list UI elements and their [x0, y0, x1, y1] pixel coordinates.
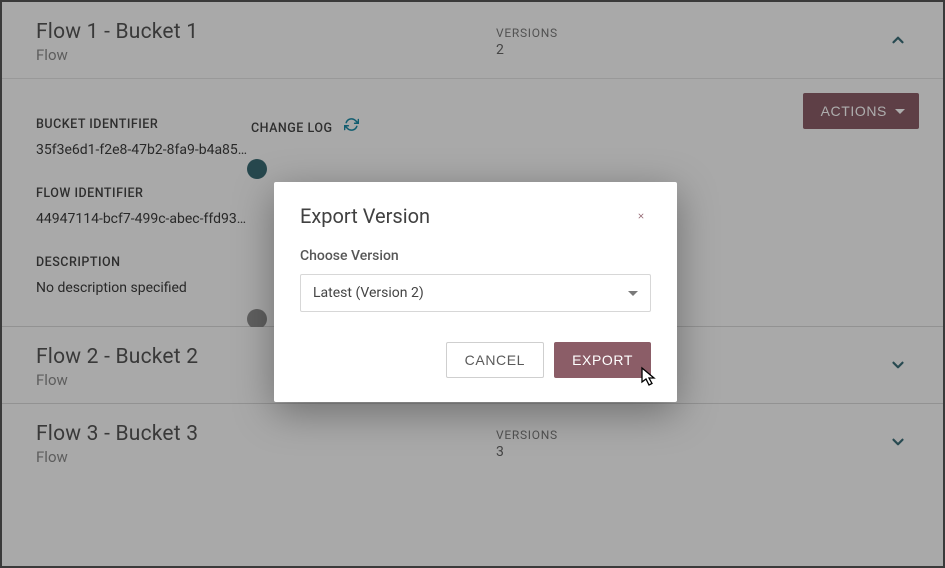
export-version-dialog: Export Version Choose Version Latest (Ve… — [274, 182, 677, 402]
flow-identifier-value: 44947114-bcf7-499c-abec-ffd93c… — [36, 211, 251, 227]
export-button-label: EXPORT — [572, 352, 633, 368]
page-frame: Flow 1 - Bucket 1 Flow VERSIONS 2 ACTION… — [0, 0, 945, 568]
versions-label: VERSIONS — [496, 428, 558, 442]
bucket-identifier-label: BUCKET IDENTIFIER — [36, 117, 251, 132]
flow-title: Flow 3 - Bucket 3 — [36, 422, 496, 446]
description-value: No description specified — [36, 280, 251, 296]
timeline-dot-older — [247, 309, 267, 329]
flow-title: Flow 1 - Bucket 1 — [36, 20, 496, 44]
chevron-down-icon[interactable] — [889, 433, 907, 451]
flow-subtitle: Flow — [36, 46, 496, 64]
caret-down-icon — [895, 109, 905, 114]
chevron-down-icon[interactable] — [889, 356, 907, 374]
timeline-dot-latest — [247, 159, 267, 179]
versions-count: 3 — [496, 444, 558, 460]
cancel-button[interactable]: CANCEL — [446, 342, 544, 378]
change-log-label: CHANGE LOG — [251, 121, 332, 136]
flow-identifier-label: FLOW IDENTIFIER — [36, 186, 251, 201]
actions-button-label: ACTIONS — [821, 103, 887, 119]
version-select-value: Latest (Version 2) — [313, 285, 424, 301]
refresh-icon[interactable] — [344, 117, 359, 136]
close-icon[interactable] — [631, 206, 651, 226]
caret-down-icon — [628, 291, 638, 296]
flow-subtitle: Flow — [36, 448, 496, 466]
cancel-button-label: CANCEL — [465, 352, 525, 368]
versions-label: VERSIONS — [496, 26, 558, 40]
actions-button[interactable]: ACTIONS — [803, 93, 919, 129]
export-button[interactable]: EXPORT — [554, 342, 651, 378]
flow-row-3-header[interactable]: Flow 3 - Bucket 3 Flow VERSIONS 3 — [2, 404, 943, 480]
dialog-title: Export Version — [300, 204, 430, 228]
bucket-identifier-value: 35f3e6d1-f2e8-47b2-8fa9-b4a85… — [36, 142, 251, 158]
choose-version-label: Choose Version — [300, 248, 651, 264]
chevron-up-icon[interactable] — [889, 31, 907, 49]
version-select[interactable]: Latest (Version 2) — [300, 274, 651, 312]
flow-row-3: Flow 3 - Bucket 3 Flow VERSIONS 3 — [2, 404, 943, 480]
flow-row-1-header[interactable]: Flow 1 - Bucket 1 Flow VERSIONS 2 — [2, 2, 943, 78]
description-label: DESCRIPTION — [36, 255, 251, 270]
versions-count: 2 — [496, 42, 558, 58]
